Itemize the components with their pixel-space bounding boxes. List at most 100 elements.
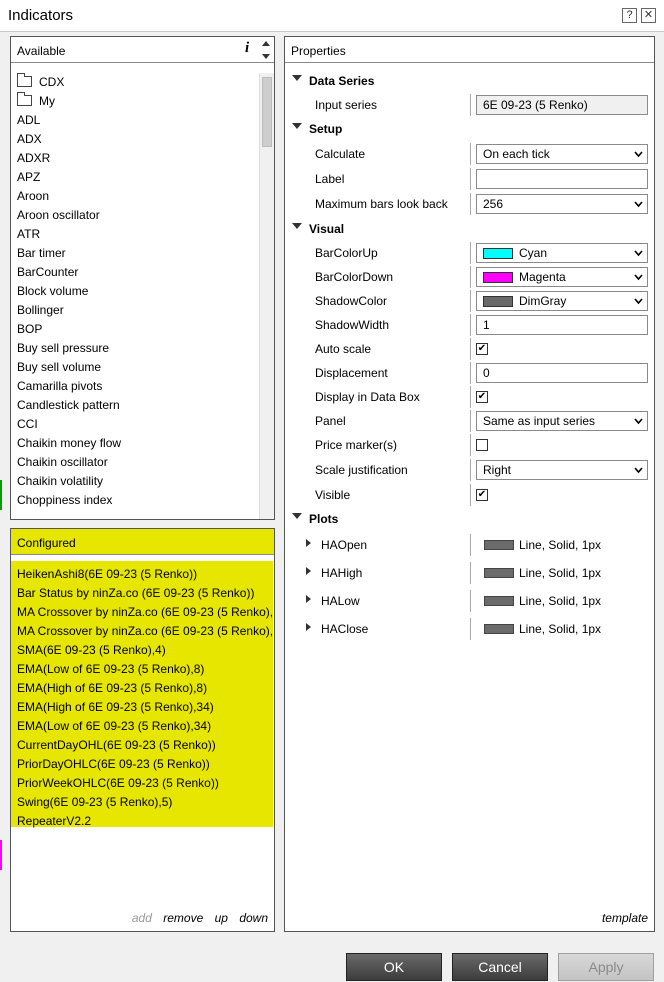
expand-arrow-icon[interactable] xyxy=(306,567,311,575)
list-item[interactable]: Buy sell volume xyxy=(11,358,259,377)
list-item[interactable]: Aroon xyxy=(11,187,259,206)
list-item[interactable]: ADX xyxy=(11,130,259,149)
expand-arrow-icon[interactable] xyxy=(292,75,302,81)
configured-item[interactable]: RepeaterV2.2 xyxy=(11,812,274,831)
up-link[interactable]: up xyxy=(215,911,228,925)
add-link[interactable]: add xyxy=(132,911,152,925)
row-panel: Panel Same as input series xyxy=(285,410,654,432)
list-item[interactable]: ADL xyxy=(11,111,259,130)
configured-item[interactable]: PriorDayOHLC(6E 09-23 (5 Renko)) xyxy=(11,755,274,774)
chevron-down-icon xyxy=(634,151,643,158)
folder-item[interactable]: CDX xyxy=(11,73,259,92)
configured-item[interactable]: EMA(Low of 6E 09-23 (5 Renko),8) xyxy=(11,660,274,679)
shadow-color-dropdown[interactable]: DimGray xyxy=(476,291,648,311)
configured-item[interactable]: HeikenAshi8(6E 09-23 (5 Renko)) xyxy=(11,565,274,584)
list-item[interactable]: BarCounter xyxy=(11,263,259,282)
list-item[interactable]: Block volume xyxy=(11,282,259,301)
list-item[interactable]: APZ xyxy=(11,168,259,187)
list-item[interactable]: ADXR xyxy=(11,149,259,168)
category-data-series[interactable]: Data Series xyxy=(285,70,654,92)
list-item[interactable]: BOP xyxy=(11,320,259,339)
displacement-input[interactable]: 0 xyxy=(476,363,648,383)
divider xyxy=(470,434,471,456)
close-button[interactable]: ✕ xyxy=(641,8,656,23)
expand-arrow-icon[interactable] xyxy=(292,513,302,519)
category-visual[interactable]: Visual xyxy=(285,218,654,240)
expand-arrow-icon[interactable] xyxy=(306,595,311,603)
calculate-dropdown[interactable]: On each tick xyxy=(476,144,648,164)
row-bar-color-up: BarColorUp Cyan xyxy=(285,242,654,264)
line-swatch xyxy=(484,568,514,578)
list-item[interactable]: Bollinger xyxy=(11,301,259,320)
plot-value[interactable]: Line, Solid, 1px xyxy=(484,622,601,636)
row-max-bars: Maximum bars look back 256 xyxy=(285,193,654,215)
folder-item[interactable]: My xyxy=(11,92,259,111)
configured-item[interactable]: Swing(6E 09-23 (5 Renko),5) xyxy=(11,793,274,812)
expand-arrow-icon[interactable] xyxy=(306,539,311,547)
configured-item[interactable]: EMA(High of 6E 09-23 (5 Renko),34) xyxy=(11,698,274,717)
remove-link[interactable]: remove xyxy=(163,911,203,925)
label-input[interactable] xyxy=(476,169,648,189)
plot-value[interactable]: Line, Solid, 1px xyxy=(484,538,601,552)
info-icon[interactable]: i xyxy=(245,40,249,57)
list-item[interactable]: ATR xyxy=(11,225,259,244)
price-markers-checkbox[interactable] xyxy=(476,439,488,451)
expand-arrow-icon[interactable] xyxy=(292,123,302,129)
expand-arrow-icon[interactable] xyxy=(306,623,311,631)
auto-scale-checkbox[interactable]: ✔ xyxy=(476,343,488,355)
help-button[interactable]: ? xyxy=(622,8,637,23)
apply-button[interactable]: Apply xyxy=(558,953,654,981)
scale-justification-dropdown[interactable]: Right xyxy=(476,460,648,480)
plot-value[interactable]: Line, Solid, 1px xyxy=(484,566,601,580)
bar-color-down-dropdown[interactable]: Magenta xyxy=(476,267,648,287)
list-item[interactable]: Chaikin money flow xyxy=(11,434,259,453)
ok-button[interactable]: OK xyxy=(346,953,442,981)
row-shadow-width: ShadowWidth 1 xyxy=(285,314,654,336)
list-item[interactable]: Chaikin oscillator xyxy=(11,453,259,472)
list-item[interactable]: Bar timer xyxy=(11,244,259,263)
scroll-up-arrow-icon[interactable] xyxy=(262,41,270,46)
configured-item[interactable]: Bar Status by ninZa.co (6E 09-23 (5 Renk… xyxy=(11,584,274,603)
configured-item[interactable]: SMA(6E 09-23 (5 Renko),4) xyxy=(11,641,274,660)
divider xyxy=(470,290,471,312)
configured-item[interactable]: PriorWeekOHLC(6E 09-23 (5 Renko)) xyxy=(11,774,274,793)
bar-color-up-dropdown[interactable]: Cyan xyxy=(476,243,648,263)
properties-panel: Properties Data Series Input series 6E 0… xyxy=(284,36,655,932)
list-item[interactable]: CCI xyxy=(11,415,259,434)
configured-item[interactable]: MA Crossover by ninZa.co (6E 09-23 (5 Re… xyxy=(11,603,274,622)
chevron-down-icon xyxy=(634,418,643,425)
divider xyxy=(470,314,471,336)
list-item[interactable]: Choppiness index xyxy=(11,491,259,510)
display-in-data-box-checkbox[interactable]: ✔ xyxy=(476,391,488,403)
window-title: Indicators xyxy=(8,7,74,24)
row-bar-color-down: BarColorDown Magenta xyxy=(285,266,654,288)
input-series-field[interactable]: 6E 09-23 (5 Renko) xyxy=(476,95,648,115)
list-item[interactable]: Candlestick pattern xyxy=(11,396,259,415)
plot-value[interactable]: Line, Solid, 1px xyxy=(484,594,601,608)
visible-checkbox[interactable]: ✔ xyxy=(476,489,488,501)
list-item[interactable]: Buy sell pressure xyxy=(11,339,259,358)
category-setup[interactable]: Setup xyxy=(285,118,654,140)
scroll-thumb[interactable] xyxy=(262,77,272,147)
template-link[interactable]: template xyxy=(602,911,648,925)
divider xyxy=(470,562,471,584)
cancel-button[interactable]: Cancel xyxy=(452,953,548,981)
category-plots[interactable]: Plots xyxy=(285,508,654,530)
configured-item[interactable]: MA Crossover by ninZa.co (6E 09-23 (5 Re… xyxy=(11,622,274,641)
down-link[interactable]: down xyxy=(239,911,268,925)
list-item[interactable]: Camarilla pivots xyxy=(11,377,259,396)
configured-item[interactable]: CurrentDayOHL(6E 09-23 (5 Renko)) xyxy=(11,736,274,755)
max-bars-dropdown[interactable]: 256 xyxy=(476,194,648,214)
panel-dropdown[interactable]: Same as input series xyxy=(476,411,648,431)
expand-arrow-icon[interactable] xyxy=(292,223,302,229)
configured-item[interactable]: EMA(Low of 6E 09-23 (5 Renko),34) xyxy=(11,717,274,736)
shadow-width-input[interactable]: 1 xyxy=(476,315,648,335)
scroll-down-arrow-icon[interactable] xyxy=(262,54,270,59)
list-item[interactable]: Aroon oscillator xyxy=(11,206,259,225)
available-panel: Available i CDX My ADL ADX ADXR APZ Aroo… xyxy=(10,36,275,520)
list-item[interactable]: Chaikin volatility xyxy=(11,472,259,491)
available-scrollbar[interactable] xyxy=(259,73,274,519)
configured-item[interactable]: EMA(High of 6E 09-23 (5 Renko),8) xyxy=(11,679,274,698)
properties-title: Properties xyxy=(291,44,346,58)
available-header: Available xyxy=(11,37,274,63)
